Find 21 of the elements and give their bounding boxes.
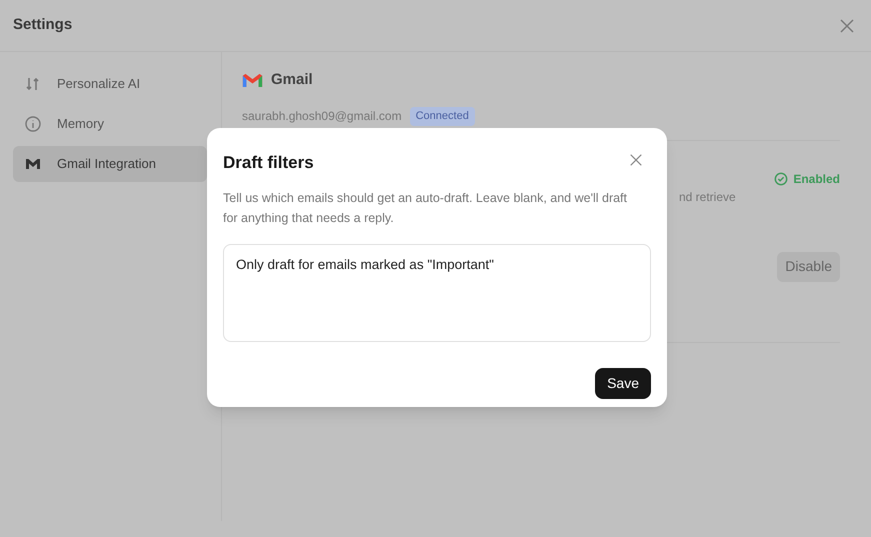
- sidebar-item[interactable]: Personalize AI: [13, 66, 207, 102]
- filter-input-field[interactable]: Only draft for emails marked as "Important": [223, 244, 651, 342]
- check-circle-icon: [774, 172, 788, 186]
- status-badge: Connected: [410, 107, 475, 126]
- window-title: Settings: [13, 15, 72, 36]
- close-icon[interactable]: [839, 18, 855, 34]
- section-title: Gmail: [271, 70, 313, 90]
- save-button[interactable]: Save: [595, 368, 651, 398]
- dialog-title: Draft filters: [223, 152, 314, 174]
- mail-icon: [25, 156, 41, 172]
- gmail-logo: [242, 72, 263, 88]
- sidebar-item[interactable]: Gmail Integration: [13, 146, 207, 182]
- sidebar-item[interactable]: Memory: [13, 106, 207, 142]
- close-icon[interactable]: [629, 153, 643, 167]
- info-icon: [25, 116, 41, 132]
- description-text: nd retrieve: [679, 188, 736, 206]
- email-address: saurabh.ghosh09@gmail.com: [242, 108, 402, 126]
- sort-icon: [25, 76, 41, 92]
- dialog-description: Tell us which emails should get an auto-draft. Leave blank, and we'll draft for anything that needs a reply.: [223, 190, 628, 227]
- disable-button[interactable]: Disable: [777, 252, 840, 282]
- status-text: Enabled: [793, 170, 840, 188]
